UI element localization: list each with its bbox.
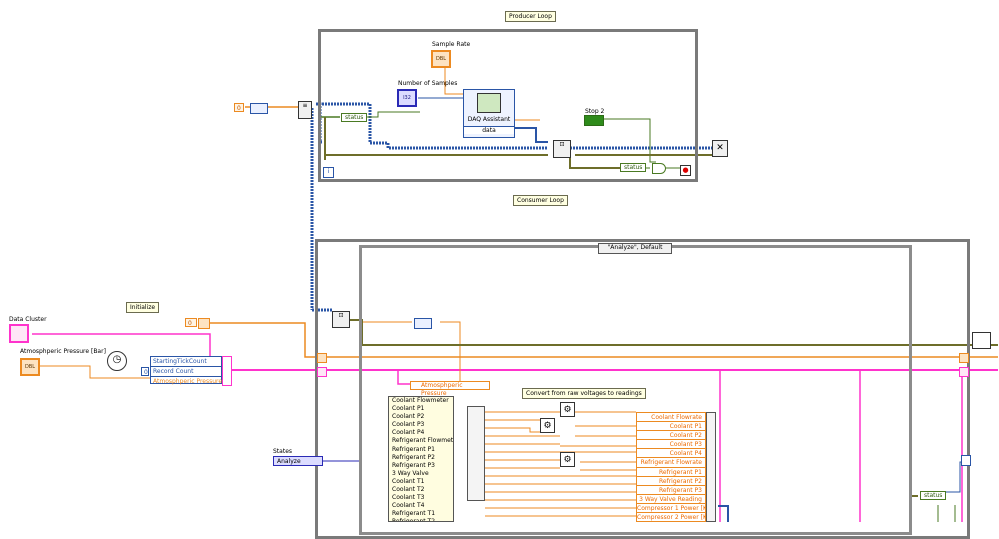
tunnel-left-2	[317, 367, 327, 377]
case-selector[interactable]: "Analyze", Default	[598, 243, 672, 254]
stop-terminal-icon: ●	[680, 165, 691, 176]
channel-name-item: Coolant P4	[392, 429, 425, 437]
channel-name-item: Coolant T1	[392, 477, 425, 485]
channel-name-item: Refrigerant P3	[392, 461, 435, 469]
channel-name-item: Refrigerant Flowmeter	[392, 437, 454, 445]
producer-loop-label: Producer Loop	[505, 11, 556, 22]
data-cluster-control[interactable]	[9, 324, 29, 343]
convert-subvi-icon-2[interactable]: ⚙	[560, 402, 575, 417]
status-indicator: status	[341, 113, 368, 122]
tunnel-right-2	[959, 367, 969, 377]
readings-bundle: Coolant Flowrate Coolant P1 Coolant P2 Cool…	[636, 412, 706, 522]
channel-name-item: 3 Way Valve	[392, 469, 429, 477]
tunnel-left-1	[317, 353, 327, 363]
channel-name-list: Coolant Flowmeter Coolant P1 Coolant P2 Coo…	[388, 396, 454, 522]
states-label: States	[273, 448, 293, 455]
reading-item: Refrigerant P1	[637, 468, 705, 477]
stop-2-button[interactable]	[584, 115, 604, 126]
release-queue-node[interactable]: ✕	[712, 140, 728, 157]
reading-item: Refrigerant P3	[637, 486, 705, 495]
bundle-field-1: Record Count	[151, 367, 221, 377]
sample-rate-label: Sample Rate	[432, 41, 471, 48]
error-handler-icon[interactable]	[972, 332, 991, 349]
bundle-output-node	[222, 356, 232, 386]
bundle-field-2: Atmosphperic Pressure	[153, 378, 223, 385]
sample-rate-control[interactable]: DBL	[431, 50, 451, 68]
dequeue-element-node[interactable]: ⊡	[332, 311, 350, 328]
tunnel-right-1	[959, 353, 969, 363]
or-gate	[652, 163, 666, 174]
daq-data-terminal: data	[464, 126, 514, 134]
daq-assistant-title: DAQ Assistant	[467, 116, 511, 123]
zero-constant-2[interactable]: 0	[141, 367, 149, 376]
channel-name-item: Refrigerant P2	[392, 453, 435, 461]
channel-name-item: Coolant P1	[392, 405, 425, 413]
shift-register-right	[961, 455, 971, 466]
atmospheric-pressure-control[interactable]: DBL	[20, 358, 40, 376]
reading-item: Coolant P3	[637, 440, 705, 450]
channel-name-item: Refrigerant P1	[392, 445, 435, 453]
atm-pressure-unbundle: Atmosphperic Pressure	[410, 381, 490, 397]
number-of-samples-label: Number of Samples	[398, 80, 458, 87]
index-array-node	[467, 406, 485, 501]
channel-name-item: Refrigerant T2	[392, 518, 436, 522]
states-control[interactable]: Analyze	[273, 456, 323, 466]
atmospheric-pressure-label: Atmosphperic Pressure [Bar]	[20, 348, 106, 355]
reading-item: Coolant P4	[637, 449, 705, 459]
reading-item: Refrigerant Flowrate	[637, 458, 705, 468]
queue-type-constant[interactable]	[250, 103, 268, 114]
reading-item: Coolant P2	[637, 431, 705, 441]
reading-item: Coolant Flowrate	[637, 413, 705, 423]
states-value: Analyze	[277, 458, 301, 465]
channel-name-item: Coolant T4	[392, 502, 425, 510]
status-indicator-2: status	[620, 163, 647, 172]
data-conversion-node	[414, 318, 432, 329]
enqueue-element-node[interactable]: ⊡	[553, 140, 571, 158]
channel-name-item: Coolant Flowmeter	[392, 397, 449, 404]
stop-2-label: Stop 2	[585, 108, 605, 115]
daq-assistant-block[interactable]: DAQ Assistant data	[463, 89, 515, 138]
consumer-loop-label: Consumer Loop	[513, 195, 568, 206]
zero-constant[interactable]: 0	[234, 103, 244, 112]
readings-bundle-edge	[706, 412, 716, 522]
status-indicator-3: status	[920, 491, 947, 500]
bundle-field-0: StartingTickCount	[151, 357, 221, 367]
zero-constant-3[interactable]: 0	[185, 318, 197, 327]
reading-item: Compressor 2 Power [KW]	[637, 513, 705, 521]
data-cluster-label: Data Cluster	[9, 316, 47, 323]
channel-name-item: Coolant T2	[392, 486, 425, 494]
bundle-by-name[interactable]: StartingTickCount Record Count Atmosphpe…	[150, 356, 223, 385]
convert-subvi-icon[interactable]: ⚙	[540, 418, 555, 433]
channel-name-item: Coolant P2	[392, 413, 425, 421]
channel-name-item: Coolant T3	[392, 494, 425, 502]
channel-name-item: Refrigerant T1	[392, 510, 436, 518]
reading-item: Compressor 1 Power [KW]	[637, 504, 705, 514]
reading-item: Refrigerant P2	[637, 477, 705, 486]
loop-iteration-terminal: i	[323, 167, 334, 178]
num-constant-box[interactable]	[198, 318, 210, 329]
tick-count-icon: ◷	[107, 351, 127, 371]
reading-item: Coolant P1	[637, 422, 705, 432]
convert-note: Convert from raw voltages to readings	[522, 388, 646, 399]
channel-name-item: Coolant P3	[392, 421, 425, 429]
number-of-samples-control[interactable]: I32	[397, 89, 417, 107]
case-selector-value: "Analyze", Default	[607, 244, 663, 251]
initialize-label: Initialize	[126, 302, 160, 313]
convert-subvi-icon-3[interactable]: ⚙	[560, 452, 575, 467]
daq-icon	[477, 93, 501, 113]
obtain-queue-node[interactable]: ≡	[298, 101, 312, 119]
reading-item: 3 Way Valve Reading	[637, 495, 705, 504]
